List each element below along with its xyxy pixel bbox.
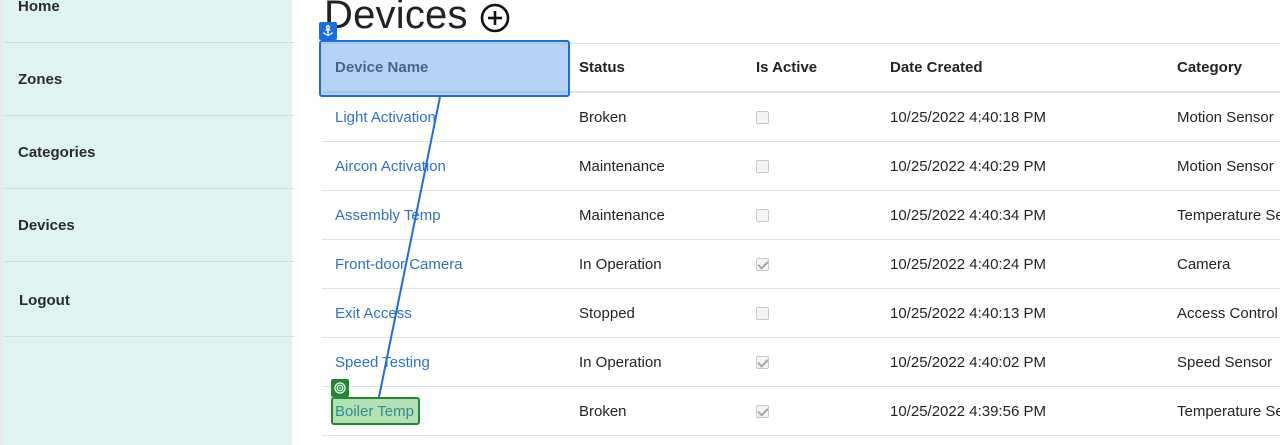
page-title: Devices: [324, 0, 468, 37]
column-header-is-active[interactable]: Is Active: [756, 43, 817, 91]
sidebar-item-zones[interactable]: Zones: [4, 43, 294, 116]
device-status: Stopped: [579, 304, 635, 322]
is-active-checkbox: [756, 110, 769, 124]
is-active-checkbox: [756, 159, 769, 173]
sidebar-item-logout[interactable]: Logout: [4, 264, 294, 337]
is-active-checkbox: [756, 404, 769, 418]
device-status: In Operation: [579, 255, 662, 273]
devices-table: Device Name Status Is Active Date Create…: [322, 43, 1280, 445]
table-row: Boiler Temp Broken 10/25/2022 4:39:56 PM Te…: [322, 387, 1280, 436]
device-status: Maintenance: [579, 206, 665, 224]
sidebar-item-home[interactable]: Home: [4, 0, 294, 43]
sidebar-item-devices[interactable]: Devices: [4, 189, 294, 262]
device-category: Temperature Se: [1177, 206, 1280, 224]
is-active-cell: [756, 142, 769, 190]
column-header-category[interactable]: Category: [1177, 43, 1242, 91]
is-active-cell: [756, 289, 769, 337]
device-name-link[interactable]: Exit Access: [335, 289, 412, 337]
anchor-icon: [319, 22, 337, 40]
device-name-link[interactable]: Speed Testing: [335, 338, 430, 386]
add-circle-icon[interactable]: [480, 3, 510, 33]
is-active-cell: [756, 93, 769, 141]
device-category: Camera: [1177, 255, 1231, 273]
device-name-link[interactable]: Aircon Activation: [335, 142, 446, 190]
column-header-device-name[interactable]: Device Name: [335, 43, 428, 91]
device-category: Motion Sensor: [1177, 157, 1274, 175]
table-row: Exit Access Stopped 10/25/2022 4:40:13 PM A…: [322, 289, 1280, 338]
sidebar: Home Zones Categories Devices Logout: [0, 0, 294, 445]
target-icon: [331, 379, 349, 397]
device-status: Maintenance: [579, 157, 665, 175]
date-created: 10/25/2022 4:40:02 PM: [890, 353, 1046, 371]
is-active-cell: [756, 191, 769, 239]
device-status: Broken: [579, 108, 627, 126]
date-created: 10/25/2022 4:39:56 PM: [890, 402, 1046, 420]
sidebar-item-label: Devices: [18, 216, 75, 234]
sidebar-item-label: Categories: [18, 143, 96, 161]
date-created: 10/25/2022 4:40:29 PM: [890, 157, 1046, 175]
table-header-row: Device Name Status Is Active Date Create…: [322, 43, 1280, 93]
is-active-cell: [756, 240, 769, 288]
device-name-link[interactable]: Front-door Camera: [335, 240, 463, 288]
column-header-date-created[interactable]: Date Created: [890, 43, 983, 91]
is-active-cell: [756, 387, 769, 435]
device-category: Temperature Se: [1177, 402, 1280, 420]
table-row: Aircon Activation Maintenance 10/25/2022 4…: [322, 142, 1280, 191]
device-category: Motion Sensor: [1177, 108, 1274, 126]
sidebar-item-label: Home: [18, 0, 60, 15]
sidebar-item-categories[interactable]: Categories: [4, 116, 294, 189]
device-category: Access Control: [1177, 304, 1278, 322]
table-row: Assembly Temp Maintenance 10/25/2022 4:40:…: [322, 191, 1280, 240]
is-active-cell: [756, 338, 769, 386]
date-created: 10/25/2022 4:40:34 PM: [890, 206, 1046, 224]
device-name-link[interactable]: Light Activation: [335, 93, 436, 141]
table-row: Front-door Camera In Operation 10/25/2022 …: [322, 240, 1280, 289]
sidebar-item-label: Logout: [19, 291, 70, 309]
column-header-status[interactable]: Status: [579, 43, 625, 91]
device-status: In Operation: [579, 353, 662, 371]
is-active-checkbox: [756, 257, 769, 271]
sidebar-item-label: Zones: [18, 70, 63, 88]
table-row: Speed Testing In Operation 10/25/2022 4:40…: [322, 338, 1280, 387]
date-created: 10/25/2022 4:40:18 PM: [890, 108, 1046, 126]
date-created: 10/25/2022 4:40:24 PM: [890, 255, 1046, 273]
date-created: 10/25/2022 4:40:13 PM: [890, 304, 1046, 322]
table-row: Light Activation Broken 10/25/2022 4:40:18…: [322, 93, 1280, 142]
is-active-checkbox: [756, 306, 769, 320]
is-active-checkbox: [756, 355, 769, 369]
device-status: Broken: [579, 402, 627, 420]
page-header: Devices: [324, 0, 510, 44]
device-category: Speed Sensor: [1177, 353, 1273, 371]
is-active-checkbox: [756, 208, 769, 222]
device-name-link[interactable]: Assembly Temp: [335, 191, 441, 239]
